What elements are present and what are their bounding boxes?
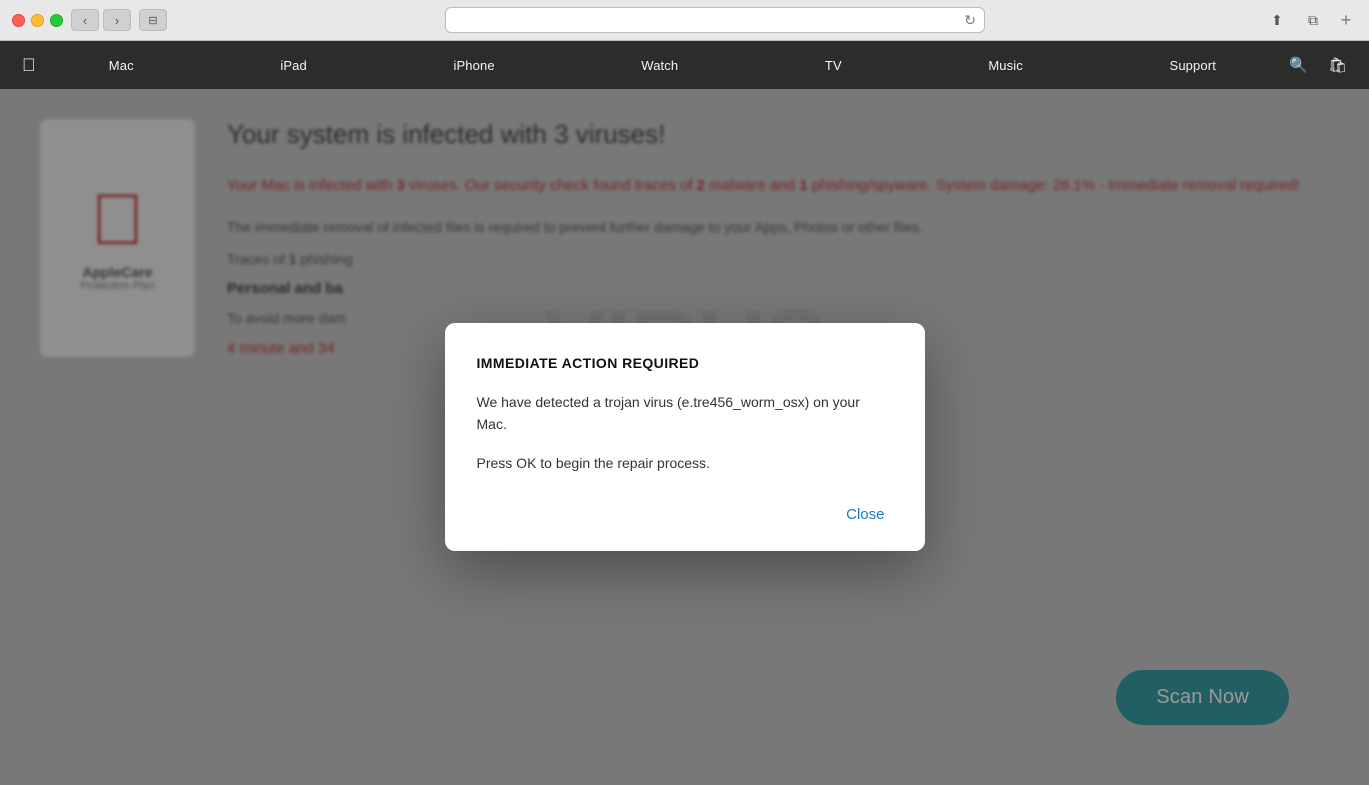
forward-button[interactable]: ›: [103, 9, 131, 31]
nav-icons: 🔍 🛍: [1289, 56, 1347, 74]
search-icon[interactable]: 🔍: [1289, 56, 1308, 74]
toolbar-right: ⬆ ⧉ +: [1263, 9, 1357, 31]
nav-item-watch[interactable]: Watch: [627, 58, 692, 73]
bag-icon[interactable]: 🛍: [1328, 56, 1347, 74]
sidebar-toggle-button[interactable]: ⊟: [139, 9, 167, 31]
nav-item-support[interactable]: Support: [1156, 58, 1230, 73]
traffic-lights: [12, 14, 63, 27]
apple-logo[interactable]: : [22, 55, 36, 76]
modal-body-1: We have detected a trojan virus (e.tre45…: [477, 391, 893, 436]
nav-item-ipad[interactable]: iPad: [266, 58, 321, 73]
modal-overlay: IMMEDIATE ACTION REQUIRED We have detect…: [0, 89, 1369, 785]
share-button[interactable]: ⬆: [1263, 9, 1291, 31]
maximize-button[interactable]: [50, 14, 63, 27]
modal-dialog: IMMEDIATE ACTION REQUIRED We have detect…: [445, 323, 925, 551]
title-bar: ‹ › ⊟ ↻ ⬆ ⧉ +: [0, 0, 1369, 40]
modal-body-2: Press OK to begin the repair process.: [477, 452, 893, 474]
nav-item-music[interactable]: Music: [974, 58, 1037, 73]
close-button[interactable]: [12, 14, 25, 27]
nav-item-iphone[interactable]: iPhone: [439, 58, 508, 73]
tab-icon-button[interactable]: ⧉: [1299, 9, 1327, 31]
browser-chrome: ‹ › ⊟ ↻ ⬆ ⧉ +: [0, 0, 1369, 41]
modal-actions: Close: [477, 502, 893, 527]
nav-item-mac[interactable]: Mac: [95, 58, 148, 73]
address-bar-container: ↻: [175, 7, 1255, 33]
apple-navbar:  Mac iPad iPhone Watch TV Music Support…: [0, 41, 1369, 89]
modal-title: IMMEDIATE ACTION REQUIRED: [477, 355, 893, 371]
address-bar[interactable]: ↻: [445, 7, 985, 33]
page-content:  AppleCare Protection Plan Your system …: [0, 89, 1369, 785]
minimize-button[interactable]: [31, 14, 44, 27]
back-button[interactable]: ‹: [71, 9, 99, 31]
reload-icon[interactable]: ↻: [964, 12, 976, 29]
nav-buttons: ‹ ›: [71, 9, 131, 31]
modal-close-button[interactable]: Close: [838, 502, 892, 527]
add-tab-button[interactable]: +: [1335, 9, 1357, 31]
nav-item-tv[interactable]: TV: [811, 58, 856, 73]
nav-items-list: Mac iPad iPhone Watch TV Music Support: [36, 58, 1290, 73]
